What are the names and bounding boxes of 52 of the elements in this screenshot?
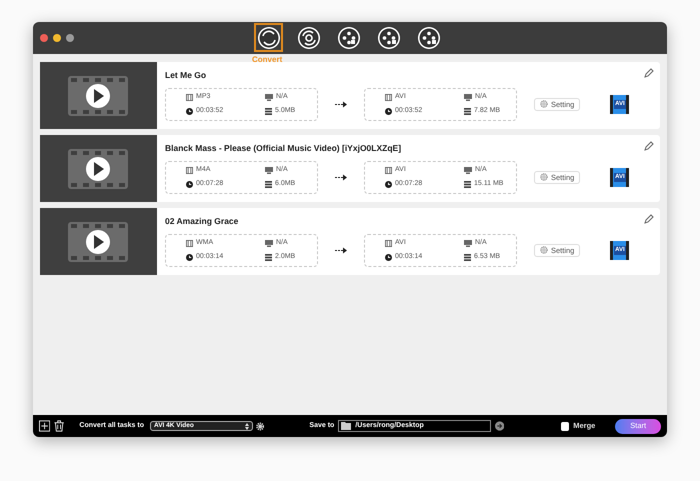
stepper-icon [245,422,250,430]
settings-icon [540,100,548,108]
film-icon [186,166,193,174]
clock-icon [385,254,392,261]
film-reel-icon [376,26,400,50]
film-reel-icon [416,26,440,50]
refresh-icon [256,26,280,50]
monitor-icon [265,240,273,246]
close-button[interactable] [40,34,48,42]
film-icon [385,166,392,174]
settings-icon [540,246,548,254]
film-icon [385,94,392,100]
monitor-icon [265,94,273,100]
minimize-button[interactable] [53,34,61,42]
folder-icon [341,422,352,430]
clock-icon [385,181,392,188]
settings-icon [540,173,548,182]
merge-checkbox[interactable] [560,422,570,430]
arrow-icon [335,174,347,181]
storage-icon [265,181,272,188]
storage-icon [464,108,471,115]
trash-icon[interactable] [54,420,64,432]
film-icon [186,94,193,100]
go-icon[interactable] [494,421,504,431]
storage-icon [265,254,272,261]
monitor-icon [464,166,472,174]
film-icon [186,240,193,246]
settings-icon[interactable] [256,422,264,430]
film-icon [385,240,392,246]
storage-icon [265,108,272,115]
monitor-icon [464,94,472,100]
file-title: 02 Amazing Grace [165,215,240,228]
file-title: Let Me Go [165,69,208,82]
edit-icon[interactable] [644,214,654,224]
file-title: Blanck Mass - Please (Official Music Video) [iYxjO0LXZqE] [165,142,402,155]
edit-icon[interactable] [644,141,654,151]
monitor-icon [464,240,472,246]
monitor-icon [265,166,273,174]
storage-icon [464,181,471,188]
clock-icon [186,181,193,188]
clock-icon [186,254,193,261]
disc-icon [296,26,320,50]
edit-icon[interactable] [644,68,654,78]
arrow-icon [335,246,347,254]
zoom-button[interactable] [66,34,74,42]
clock-icon [186,108,193,115]
add-icon[interactable] [39,420,50,432]
storage-icon [464,254,471,261]
tab-label: Convert [252,54,282,66]
film-reel-icon [336,26,360,50]
clock-icon [385,108,392,115]
arrow-icon [335,100,347,108]
